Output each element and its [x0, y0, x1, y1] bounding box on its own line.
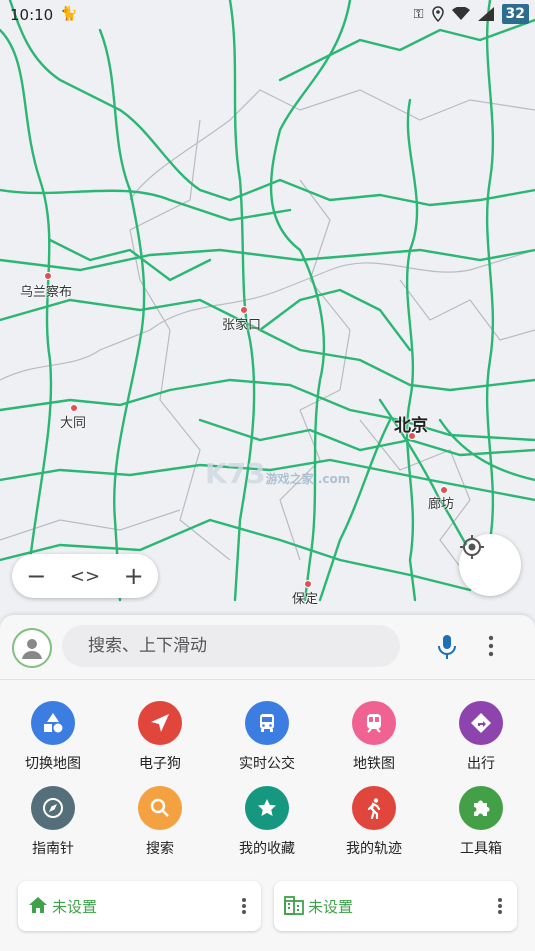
action-label: 指南针	[32, 841, 74, 857]
city-marker[interactable]	[304, 580, 312, 588]
action-label: 搜索	[146, 841, 174, 857]
zoom-control: − <> +	[12, 554, 158, 598]
signal-icon	[477, 7, 494, 21]
home-icon	[29, 897, 47, 913]
action-label: 工具箱	[460, 841, 502, 857]
action-radar[interactable]: 电子狗	[110, 701, 210, 773]
action-subway[interactable]: 地铁图	[324, 701, 424, 773]
status-bar: 10:10 🐈 ⚿ 32	[0, 0, 535, 32]
microphone-icon[interactable]	[436, 634, 458, 660]
navigation-arrow-icon	[138, 701, 182, 745]
action-switch-map[interactable]: 切换地图	[3, 701, 103, 773]
city-label[interactable]: 保定	[292, 588, 318, 607]
puzzle-icon	[459, 786, 503, 830]
home-label: 未设置	[52, 898, 98, 916]
shapes-icon	[31, 701, 75, 745]
watermark: K73游戏之家 .com	[205, 457, 351, 490]
search-row	[0, 615, 535, 680]
home-shortcut-card[interactable]: 未设置	[18, 881, 261, 931]
action-label: 实时公交	[239, 756, 295, 772]
battery-badge: 32	[501, 4, 529, 24]
city-marker[interactable]	[408, 432, 416, 440]
search-input[interactable]	[86, 635, 370, 657]
action-toolbox[interactable]: 工具箱	[431, 786, 531, 858]
action-bus[interactable]: 实时公交	[217, 701, 317, 773]
subway-icon	[352, 701, 396, 745]
work-shortcut-card[interactable]: 未设置	[274, 881, 517, 931]
locate-button[interactable]	[459, 534, 521, 596]
compass-icon	[31, 786, 75, 830]
bus-icon	[245, 701, 289, 745]
city-marker[interactable]	[240, 306, 248, 314]
directions-icon	[459, 701, 503, 745]
action-label: 切换地图	[25, 756, 81, 772]
work-label: 未设置	[308, 898, 354, 916]
action-label: 地铁图	[353, 756, 395, 772]
walking-icon	[352, 786, 396, 830]
bottom-panel: 切换地图 电子狗 实时公交 地铁图 出行	[0, 615, 535, 951]
search-box[interactable]	[62, 625, 400, 667]
action-travel[interactable]: 出行	[431, 701, 531, 773]
city-label[interactable]: 张家口	[222, 314, 261, 333]
building-icon	[284, 896, 304, 915]
zoom-out-button[interactable]: −	[16, 562, 56, 590]
action-search[interactable]: 搜索	[110, 786, 210, 858]
city-marker[interactable]	[70, 404, 78, 412]
cat-icon: 🐈	[60, 6, 78, 22]
more-options-icon[interactable]	[241, 897, 247, 915]
action-label: 出行	[467, 756, 495, 772]
city-marker[interactable]	[44, 272, 52, 280]
star-icon	[245, 786, 289, 830]
action-tracks[interactable]: 我的轨迹	[324, 786, 424, 858]
city-label[interactable]: 大同	[60, 412, 86, 431]
search-icon	[138, 786, 182, 830]
location-icon	[431, 6, 444, 22]
locate-icon	[460, 535, 484, 559]
action-label: 我的收藏	[239, 841, 295, 857]
action-favorites[interactable]: 我的收藏	[217, 786, 317, 858]
status-time: 10:10	[10, 6, 54, 24]
wifi-icon	[451, 7, 470, 20]
more-options-icon[interactable]	[488, 635, 494, 657]
user-icon	[22, 639, 42, 659]
action-label: 我的轨迹	[346, 841, 402, 857]
city-label[interactable]: 廊坊	[428, 493, 454, 512]
zoom-in-button[interactable]: +	[114, 562, 154, 590]
city-label[interactable]: 乌兰察布	[20, 281, 72, 300]
key-icon: ⚿	[413, 6, 424, 22]
more-options-icon[interactable]	[497, 897, 503, 915]
action-label: 电子狗	[139, 756, 181, 772]
code-toggle-icon[interactable]: <>	[65, 566, 105, 587]
avatar[interactable]	[12, 628, 52, 668]
action-compass[interactable]: 指南针	[3, 786, 103, 858]
